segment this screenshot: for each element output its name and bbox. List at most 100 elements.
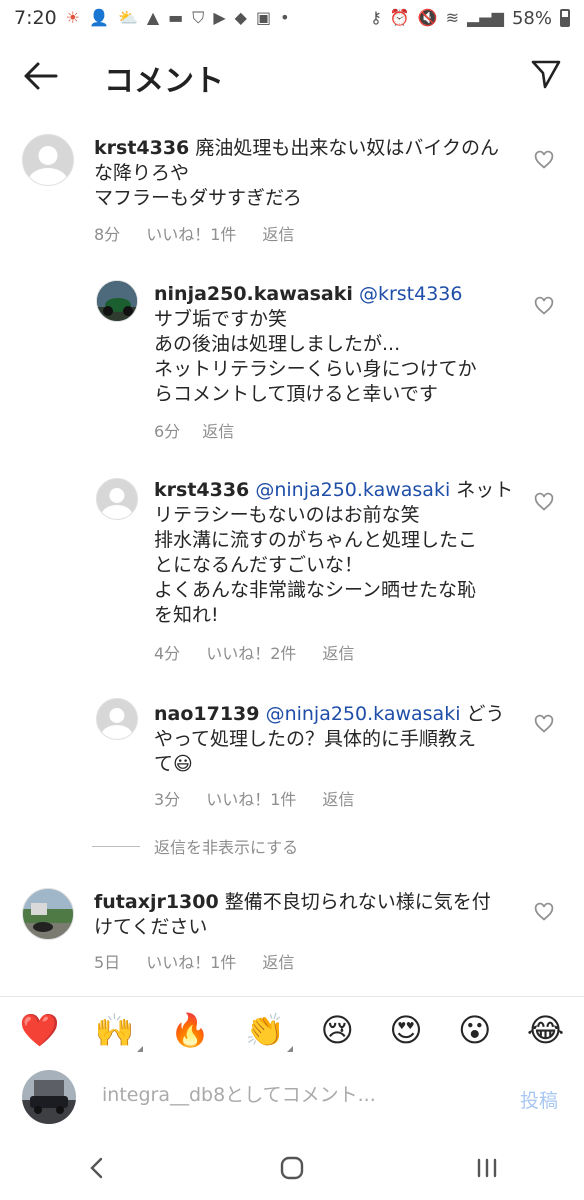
laughing-emoji-button[interactable]: 😂 [527,1014,564,1046]
comment-time: 8分 [94,225,121,244]
comment-meta: 3分 いいね！1件 返信 [154,786,354,810]
car-avatar-image [22,1070,76,1124]
comment-meta: 6分 返信 [154,418,234,442]
wifi-icon: ≋ [445,8,460,27]
clapping-emoji-button[interactable]: 👏 [245,1014,294,1052]
signal-icon: ▂▄▆ [467,8,504,27]
comment-text: やって処理したの？具体的に手順教え [154,728,477,750]
likes-count[interactable]: いいね！2件 [206,640,296,664]
emoji-reaction-bar: ❤️ 🙌 🔥 👏 😢 😍 😮 😂 [0,996,584,1062]
comment-input-row: 投稿 [0,1066,584,1130]
like-heart-icon[interactable] [534,150,554,170]
motorcycle-avatar-image [97,281,137,321]
comment-text: 排水溝に流すのがちゃんと処理したこ [154,529,478,551]
avatar[interactable] [22,888,74,940]
comment-text: 整備不良切られない様に気を付 [224,891,491,913]
mention-link[interactable]: @ninja250.kawasaki [255,479,450,501]
like-heart-icon[interactable] [534,296,554,316]
mute-icon: 🔇 [417,8,438,27]
raised-hands-emoji-button[interactable]: 🙌 [94,1010,143,1052]
header: コメント [0,40,584,112]
divider-line [92,845,140,847]
battery-icon [560,9,570,27]
comment-meta: 4分 いいね！2件 返信 [154,640,354,664]
reply-button[interactable]: 返信 [322,640,354,664]
mention-link[interactable]: @ninja250.kawasaki [266,703,461,725]
username[interactable]: krst4336 [94,137,189,159]
comment-text: よくあんな非常識なシーン晒せたな恥 [154,579,477,601]
comment-text: あの後油は処理しましたが... [154,333,401,355]
comment-time: 4分 [154,644,181,663]
comment-text: な降りろや [94,162,190,184]
system-nav-bar [0,1136,584,1200]
avatar[interactable] [22,134,74,186]
alarm-icon: ⏰ [389,8,410,27]
app-icon: ▲ [146,8,160,27]
landscape-avatar-image [23,889,73,939]
likes-count[interactable]: いいね！1件 [146,221,236,245]
comment-meta: 8分 いいね！1件 返信 [94,221,294,245]
comment-text: て😃 [154,753,193,775]
comment-body: krst4336 廃油処理も出来ない奴はバイクのん な降りろや マフラーもダサす… [94,136,524,211]
shield-icon: ⛉ [192,8,205,27]
comment-body: nao17139 @ninja250.kawasaki どう やって処理したの？… [154,702,524,777]
raised-hands-emoji: 🙌 [94,1010,135,1049]
chevron-left-icon [90,1157,103,1179]
reply-button[interactable]: 返信 [322,786,354,810]
avatar[interactable] [96,698,138,740]
likes-count[interactable]: いいね！1件 [206,786,296,810]
reply-button[interactable]: 返信 [202,418,234,442]
comment-text: とになるんだすごいな！ [154,554,364,576]
image-icon: ▣ [255,8,272,27]
avatar[interactable] [96,280,138,322]
heart-emoji-button[interactable]: ❤️ [20,1014,60,1046]
username[interactable]: futaxjr1300 [94,891,219,913]
like-heart-icon[interactable] [534,902,554,922]
comment-time: 3分 [154,790,181,809]
reply-button[interactable]: 返信 [262,221,294,245]
like-heart-icon[interactable] [534,492,554,512]
comment-text: リテラシーもないのはお前な笑 [154,504,420,526]
app2-icon: ▬ [168,8,184,27]
puzzle-icon: ◆ [234,8,247,27]
reply-button[interactable]: 返信 [262,949,294,973]
dot-icon: • [280,8,290,27]
sun-icon: ☀ [65,8,81,27]
current-user-avatar [22,1070,76,1124]
nav-back-button[interactable] [77,1148,117,1188]
avatar[interactable] [96,478,138,520]
comment-input[interactable] [102,1084,482,1106]
surprised-emoji-button[interactable]: 😮 [458,1014,491,1046]
like-heart-icon[interactable] [534,714,554,734]
crying-emoji-button[interactable]: 😢 [321,1014,354,1046]
youtube-icon: ▶ [213,8,226,27]
battery-percent: 58% [511,7,552,29]
hide-replies-button[interactable]: 返信を非表示にする [92,834,298,858]
variant-indicator-icon [136,1045,143,1052]
key-icon: ⚷ [370,8,382,27]
mention-link[interactable]: @krst4336 [359,283,463,305]
comment-text: サブ垢ですか笑 [154,308,288,330]
share-button[interactable] [530,58,562,90]
comment-text: マフラーもダサすぎだろ [94,187,302,209]
nav-recents-button[interactable] [467,1148,507,1188]
nav-home-button[interactable] [272,1148,312,1188]
back-button[interactable] [22,60,58,92]
comment-text: 廃油処理も出来ない奴はバイクのん [195,137,499,159]
likes-count[interactable]: いいね！1件 [146,949,236,973]
home-circle-icon [280,1156,304,1180]
username[interactable]: krst4336 [154,479,249,501]
heart-eyes-emoji-button[interactable]: 😍 [389,1014,422,1046]
variant-indicator-icon [287,1045,294,1052]
username[interactable]: nao17139 [154,703,260,725]
page-title: コメント [104,64,224,99]
comment-meta: 5日 いいね！1件 返信 [94,949,294,973]
comment-text: ネットリテラシーくらい身につけてか [154,358,477,380]
post-button[interactable]: 投稿 [520,1086,558,1113]
hide-replies-label: 返信を非表示にする [154,838,299,857]
comment-text: けてください [94,916,208,938]
fire-emoji-button[interactable]: 🔥 [170,1014,210,1046]
paper-plane-icon [531,60,561,89]
back-arrow-icon [24,62,58,90]
username[interactable]: ninja250.kawasaki [154,283,353,305]
